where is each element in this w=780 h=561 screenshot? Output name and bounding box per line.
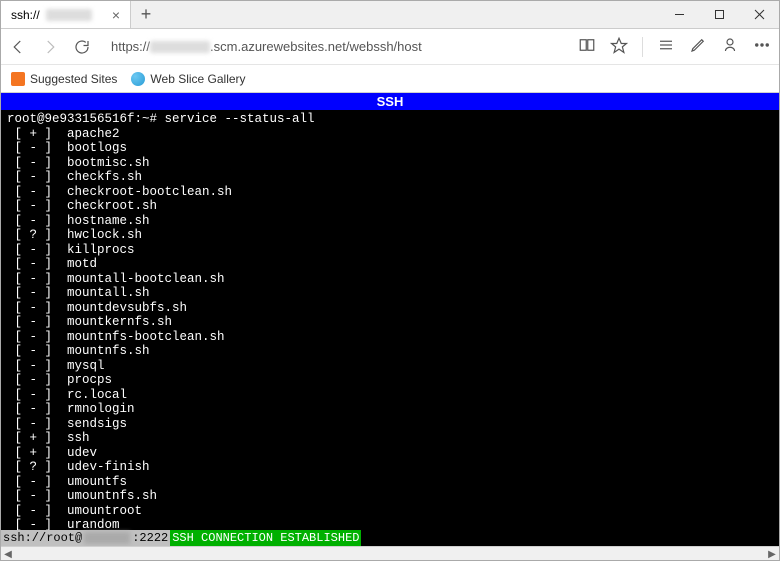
forward-button[interactable] (41, 38, 59, 56)
scroll-left-icon[interactable]: ◀ (1, 547, 15, 561)
close-tab-icon[interactable]: × (112, 8, 120, 22)
titlebar: ssh:// × + (1, 1, 779, 29)
browser-tab[interactable]: ssh:// × (1, 1, 131, 28)
new-tab-button[interactable]: + (131, 1, 161, 28)
status-prefix: ssh://root@ (3, 531, 82, 545)
address-bar[interactable]: https:// .scm.azurewebsites.net/webssh/h… (105, 39, 564, 54)
scroll-right-icon[interactable]: ▶ (765, 547, 779, 561)
suggested-sites-icon (11, 72, 25, 86)
tab-title-prefix: ssh:// (11, 8, 40, 22)
status-established: SSH CONNECTION ESTABLISHED (170, 530, 361, 546)
more-icon[interactable] (753, 36, 771, 57)
web-slice-icon (131, 72, 145, 86)
notes-icon[interactable] (689, 36, 707, 57)
back-button[interactable] (9, 38, 27, 56)
url-suffix: .scm.azurewebsites.net/webssh/host (210, 39, 422, 54)
nav-bar: https:// .scm.azurewebsites.net/webssh/h… (1, 29, 779, 65)
fav-web-slice[interactable]: Web Slice Gallery (131, 72, 245, 86)
terminal-output[interactable]: root@9e933156516f:~# service --status-al… (1, 110, 779, 530)
window-controls (659, 1, 779, 28)
refresh-button[interactable] (73, 38, 91, 56)
reading-view-icon[interactable] (578, 36, 596, 57)
fav-label: Web Slice Gallery (150, 72, 245, 86)
nav-right-icons (578, 36, 771, 57)
fav-suggested-sites[interactable]: Suggested Sites (11, 72, 117, 86)
share-icon[interactable] (721, 36, 739, 57)
horizontal-scrollbar[interactable]: ◀ ▶ (1, 546, 779, 560)
url-prefix: https:// (111, 39, 150, 54)
status-connection: ssh://root@ :2222 (1, 530, 170, 546)
minimize-button[interactable] (659, 1, 699, 28)
fav-label: Suggested Sites (30, 72, 117, 86)
favorites-bar: Suggested Sites Web Slice Gallery (1, 65, 779, 93)
divider (642, 37, 643, 57)
close-window-button[interactable] (739, 1, 779, 28)
url-redacted (150, 41, 210, 53)
favorite-icon[interactable] (610, 36, 628, 57)
status-bar: ssh://root@ :2222 SSH CONNECTION ESTABLI… (1, 530, 779, 546)
ssh-banner: SSH (1, 93, 779, 110)
maximize-button[interactable] (699, 1, 739, 28)
status-host-redacted (84, 532, 130, 544)
hub-icon[interactable] (657, 36, 675, 57)
tab-title-redacted (46, 9, 92, 21)
status-port: :2222 (132, 531, 168, 545)
